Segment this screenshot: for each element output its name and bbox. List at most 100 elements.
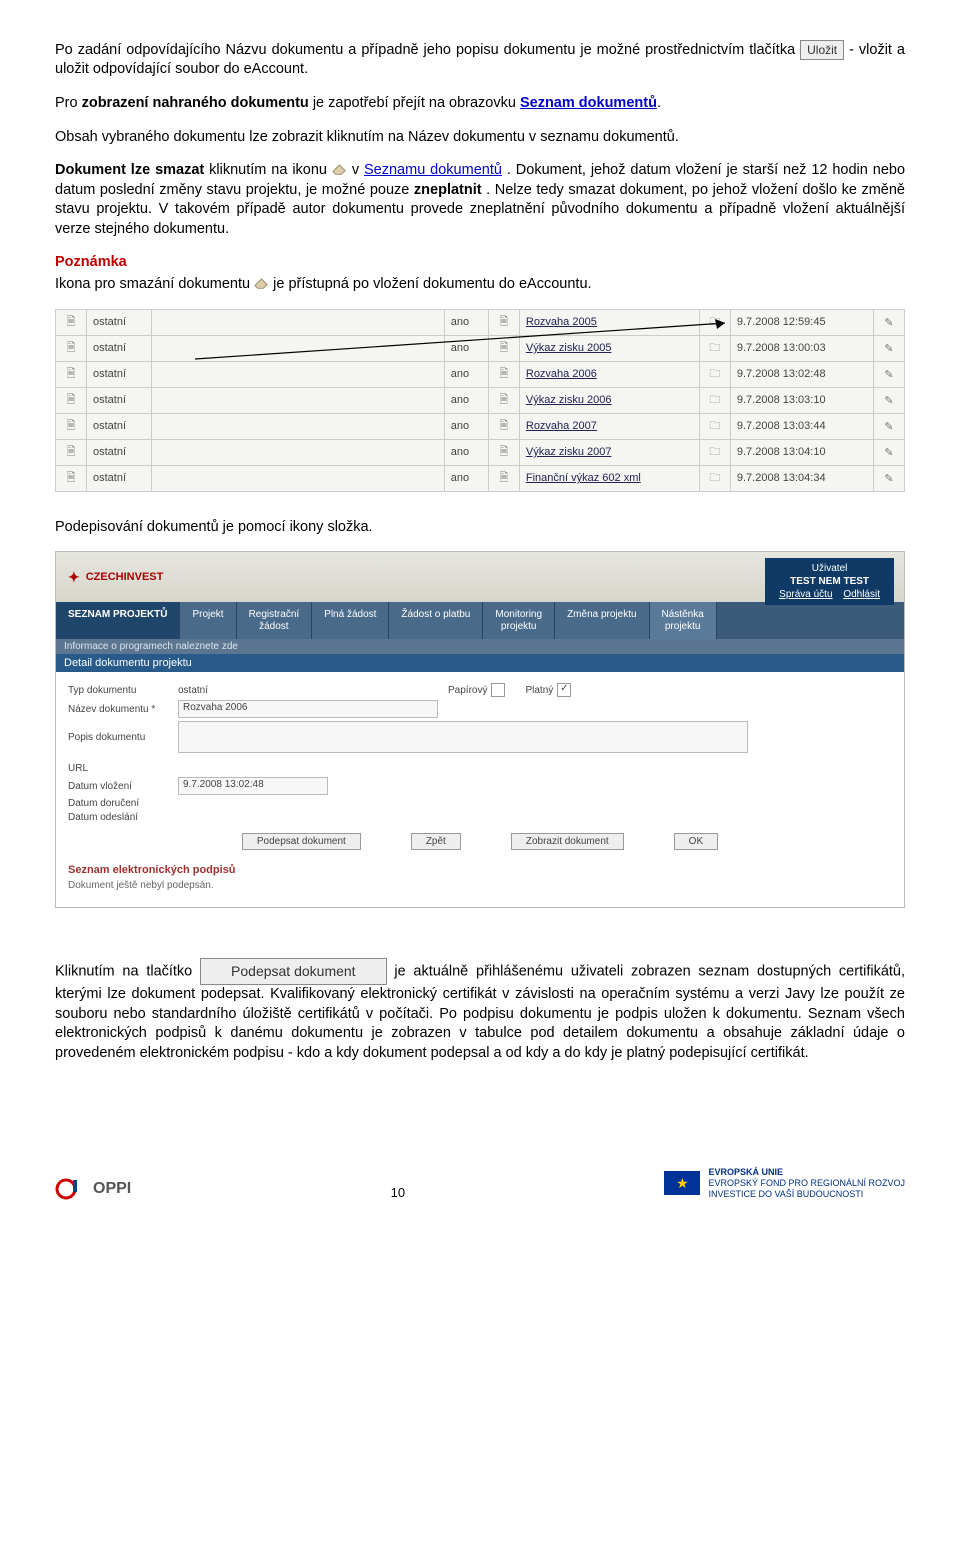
text-bold: zneplatnit xyxy=(414,182,482,198)
podepsat-dokument-button[interactable]: Podepsat dokument xyxy=(200,958,387,985)
tab-1[interactable]: Projekt xyxy=(180,602,236,639)
tab-5[interactable]: Monitoringprojektu xyxy=(483,602,555,639)
eraser-icon xyxy=(332,164,347,176)
eraser-icon[interactable]: ✎ xyxy=(874,439,905,465)
file-icon: 🗎 xyxy=(56,309,87,335)
cell-ano: ano xyxy=(444,465,488,491)
value-typ: ostatní xyxy=(178,685,298,696)
tab-4[interactable]: Žádost o platbu xyxy=(389,602,483,639)
cell-date: 9.7.2008 13:02:48 xyxy=(730,361,873,387)
tab-3[interactable]: Plná žádost xyxy=(312,602,389,639)
signatures-note: Dokument ještě nebyl podepsán. xyxy=(68,880,892,891)
folder-icon[interactable]: 🗀 xyxy=(699,361,730,387)
file-icon: 🗎 xyxy=(488,335,519,361)
signatures-title: Seznam elektronických podpisů xyxy=(68,864,892,876)
file-icon: 🗎 xyxy=(488,309,519,335)
cell-date: 9.7.2008 13:04:34 xyxy=(730,465,873,491)
file-icon: 🗎 xyxy=(488,387,519,413)
label-url: URL xyxy=(68,763,178,774)
text: je zapotřebí přejít na obrazovku xyxy=(313,95,520,111)
document-list-screenshot: 🗎ostatníano🗎Rozvaha 2005🗀9.7.2008 12:59:… xyxy=(55,309,905,492)
eraser-icon[interactable]: ✎ xyxy=(874,465,905,491)
cell-name[interactable]: Finanční výkaz 602 xml xyxy=(519,465,699,491)
text: Pro xyxy=(55,95,82,111)
tab-6[interactable]: Změna projektu xyxy=(555,602,649,639)
cell-name[interactable]: Výkaz zisku 2005 xyxy=(519,335,699,361)
cell-name[interactable]: Rozvaha 2007 xyxy=(519,413,699,439)
cell-name[interactable]: Výkaz zisku 2007 xyxy=(519,439,699,465)
cell-type: ostatní xyxy=(87,361,152,387)
label-dat-vlozeni: Datum vložení xyxy=(68,781,178,792)
cell-type: ostatní xyxy=(87,309,152,335)
user-name: TEST NEM TEST xyxy=(775,575,884,588)
table-row: 🗎ostatníano🗎Rozvaha 2007🗀9.7.2008 13:03:… xyxy=(56,413,905,439)
table-row: 🗎ostatníano🗎Výkaz zisku 2007🗀9.7.2008 13… xyxy=(56,439,905,465)
textarea-popis[interactable] xyxy=(178,721,748,753)
label-platny: Platný xyxy=(525,685,553,696)
save-button[interactable]: Uložit xyxy=(800,40,844,60)
tab-0[interactable]: SEZNAM PROJEKTŮ xyxy=(56,602,180,639)
table-row: 🗎ostatníano🗎Výkaz zisku 2006🗀9.7.2008 13… xyxy=(56,387,905,413)
cell-ano: ano xyxy=(444,309,488,335)
eraser-icon[interactable]: ✎ xyxy=(874,361,905,387)
text: v xyxy=(352,162,364,178)
table-row: 🗎ostatníano🗎Výkaz zisku 2005🗀9.7.2008 13… xyxy=(56,335,905,361)
tab-7[interactable]: Nástěnkaprojektu xyxy=(650,602,717,639)
eraser-icon[interactable]: ✎ xyxy=(874,335,905,361)
file-icon: 🗎 xyxy=(488,439,519,465)
input-dat-vlozeni[interactable]: 9.7.2008 13:02:48 xyxy=(178,777,328,795)
paragraph-content: Obsah vybraného dokumentu lze zobrazit k… xyxy=(55,128,905,148)
checkbox-papirovy[interactable] xyxy=(491,683,505,697)
note-body: Ikona pro smazání dokumentu je přístupná… xyxy=(55,275,905,295)
btn-zobrazit[interactable]: Zobrazit dokument xyxy=(511,833,624,850)
text-bold: Dokument lze smazat xyxy=(55,162,204,178)
text: kliknutím na ikonu xyxy=(209,162,332,178)
link-odhlasit[interactable]: Odhlásit xyxy=(843,589,880,600)
cell-name[interactable]: Rozvaha 2006 xyxy=(519,361,699,387)
file-icon: 🗎 xyxy=(56,465,87,491)
eraser-icon[interactable]: ✎ xyxy=(874,413,905,439)
link-seznam-dokumentu-2[interactable]: Seznamu dokumentů xyxy=(364,162,502,178)
cell-date: 9.7.2008 13:03:44 xyxy=(730,413,873,439)
oppi-logo: OPPI xyxy=(55,1178,131,1200)
input-nazev[interactable]: Rozvaha 2006 xyxy=(178,700,438,718)
paragraph-final: Kliknutím na tlačítko Podepsat dokument … xyxy=(55,958,905,1063)
text-bold: zobrazení nahraného dokumentu xyxy=(82,95,309,111)
folder-icon[interactable]: 🗀 xyxy=(699,413,730,439)
folder-icon[interactable]: 🗀 xyxy=(699,387,730,413)
btn-podepsat[interactable]: Podepsat dokument xyxy=(242,833,361,850)
eraser-icon[interactable]: ✎ xyxy=(874,387,905,413)
cell-name[interactable]: Výkaz zisku 2006 xyxy=(519,387,699,413)
label-dat-doruc: Datum doručení xyxy=(68,798,178,809)
link-sprava-uctu[interactable]: Správa účtu xyxy=(779,589,832,600)
label-nazev: Název dokumentu * xyxy=(68,704,178,715)
paragraph-view-doc: Pro zobrazení nahraného dokumentu je zap… xyxy=(55,94,905,114)
czechinvest-logo: ✦ CZECHINVEST xyxy=(68,569,163,586)
folder-icon[interactable]: 🗀 xyxy=(699,439,730,465)
label-popis: Popis dokumentu xyxy=(68,732,178,743)
file-icon: 🗎 xyxy=(488,465,519,491)
folder-icon[interactable]: 🗀 xyxy=(699,465,730,491)
btn-ok[interactable]: OK xyxy=(674,833,718,850)
cell-type: ostatní xyxy=(87,465,152,491)
link-seznam-dokumentu[interactable]: Seznam dokumentů xyxy=(520,95,657,111)
folder-icon[interactable]: 🗀 xyxy=(699,309,730,335)
cell-ano: ano xyxy=(444,361,488,387)
tab-2[interactable]: Registračnížádost xyxy=(237,602,313,639)
btn-zpet[interactable]: Zpět xyxy=(411,833,461,850)
text: Kliknutím na tlačítko xyxy=(55,963,200,979)
cell-name[interactable]: Rozvaha 2005 xyxy=(519,309,699,335)
label-dat-odes: Datum odeslání xyxy=(68,812,178,823)
cell-ano: ano xyxy=(444,335,488,361)
checkbox-platny[interactable]: ✓ xyxy=(557,683,571,697)
folder-icon[interactable]: 🗀 xyxy=(699,335,730,361)
cell-type: ostatní xyxy=(87,413,152,439)
cell-date: 9.7.2008 13:03:10 xyxy=(730,387,873,413)
user-label: Uživatel xyxy=(775,562,884,575)
info-bar[interactable]: Informace o programech naleznete zde xyxy=(56,639,904,654)
cell-ano: ano xyxy=(444,387,488,413)
cell-ano: ano xyxy=(444,413,488,439)
user-box: Uživatel TEST NEM TEST Správa účtu Odhlá… xyxy=(765,558,894,605)
cell-date: 9.7.2008 13:04:10 xyxy=(730,439,873,465)
eraser-icon[interactable]: ✎ xyxy=(874,309,905,335)
